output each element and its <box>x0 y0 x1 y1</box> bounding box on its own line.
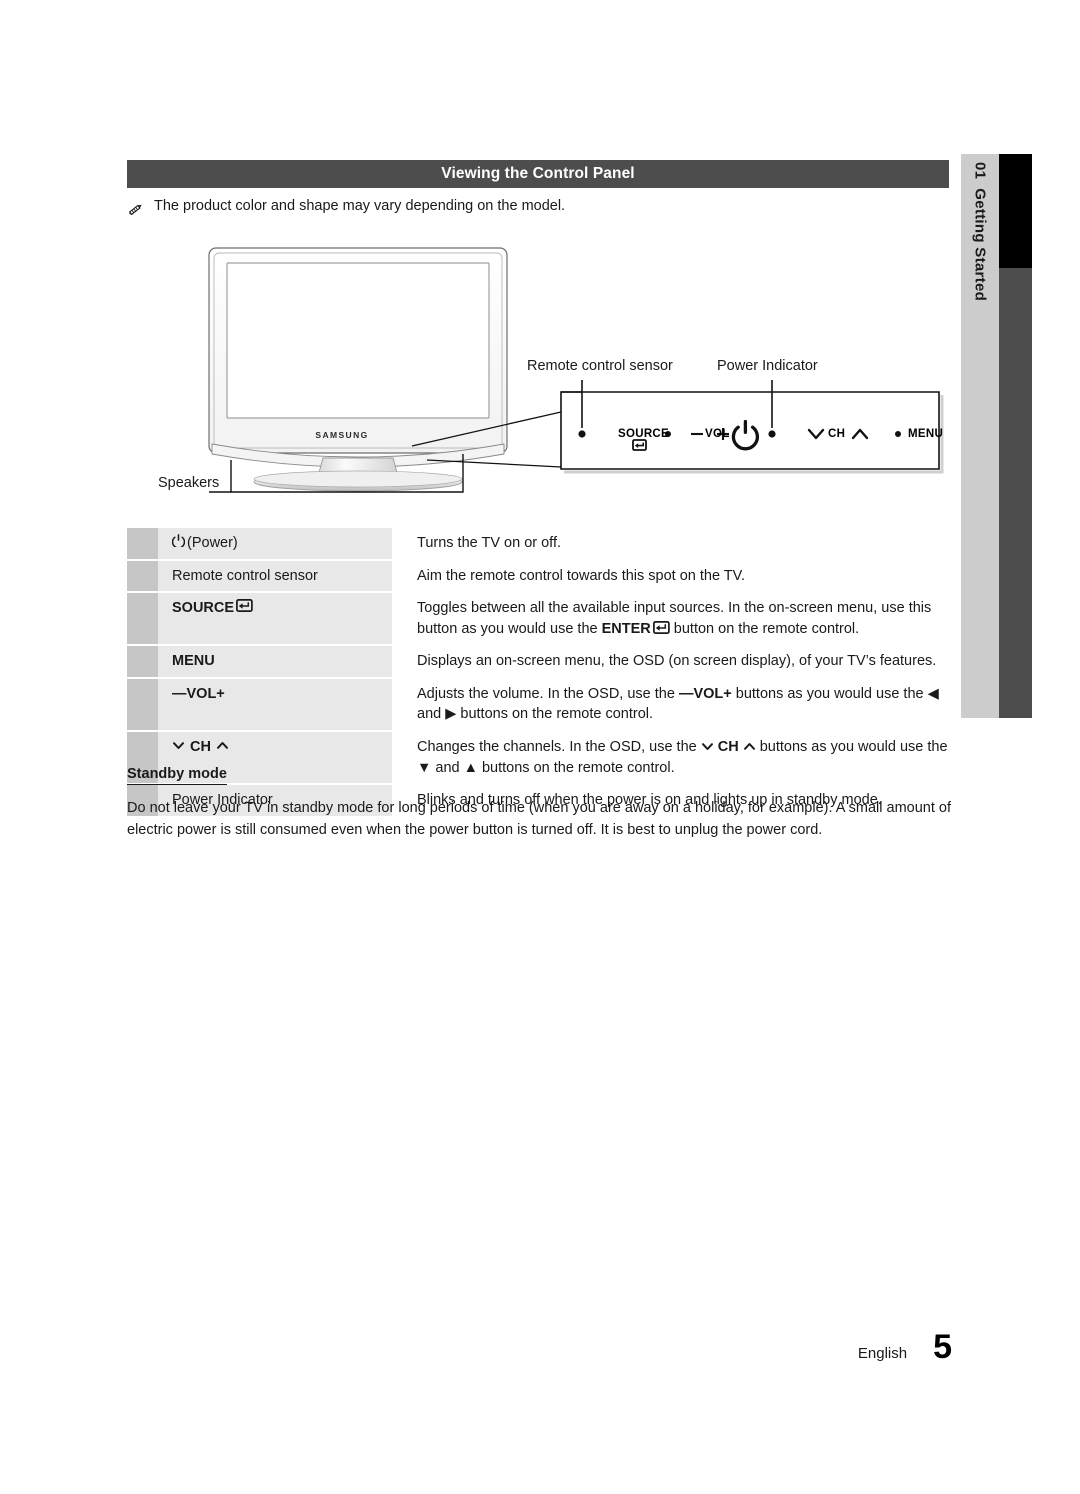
enter-inline-text: ENTER <box>601 620 651 637</box>
row-description: Toggles between all the available input … <box>392 593 949 644</box>
enter-return-icon <box>652 620 670 634</box>
control-panel-vol-label: VOL <box>705 428 730 440</box>
row-label: (Power) <box>158 528 392 559</box>
label-speakers: Speakers <box>158 475 220 491</box>
enter-inline-token: ENTER <box>602 621 670 637</box>
row-swatch <box>127 646 158 677</box>
chevron-up-icon <box>743 738 756 750</box>
row-swatch <box>127 528 158 559</box>
footer-language: English <box>857 1345 908 1362</box>
control-panel-description-table: (Power) Turns the TV on or off. Remote c… <box>127 528 949 818</box>
row-label: —VOL+ <box>158 678 392 731</box>
manual-page: Viewing the Control Panel The product co… <box>0 0 1080 1494</box>
row-description: Aim the remote control towards this spot… <box>417 567 746 584</box>
row-description: Changes the channels. In the OSD, use th… <box>392 732 949 783</box>
row-description: Displays an on-screen menu, the OSD (on … <box>417 653 937 670</box>
side-tab-number: 01 <box>971 162 989 180</box>
power-indicator-dot <box>768 430 776 438</box>
vol-inline-token: —VOL+ <box>678 685 732 702</box>
enter-return-icon <box>236 598 253 613</box>
row-description-pre: Changes the channels. In the OSD, use th… <box>417 739 701 756</box>
row-swatch <box>127 560 158 592</box>
control-panel-ch-label: CH <box>828 428 846 440</box>
control-panel-source-label: SOURCE <box>618 428 670 440</box>
row-label-text: (Power) <box>187 535 238 551</box>
table-row: MENU Displays an on-screen menu, the OSD… <box>127 646 949 677</box>
chevron-up-icon <box>216 737 229 749</box>
table-row: —VOL+ Adjusts the volume. In the OSD, us… <box>127 678 949 731</box>
pencil-icon <box>127 200 145 218</box>
table-row: CH Changes the channels. In the OSD, use… <box>127 732 949 784</box>
product-illustration: SAMSUNG SOURCE VOL CH MENU Remote contro… <box>127 232 957 512</box>
row-description: Turns the TV on or off. <box>417 535 562 551</box>
power-icon <box>171 533 186 549</box>
row-description-post: button on the remote control. <box>669 620 860 637</box>
menu-indicator-dot <box>895 431 901 437</box>
row-label: MENU <box>158 646 392 677</box>
row-label-text: CH <box>190 739 211 756</box>
row-label: Remote control sensor <box>158 560 392 592</box>
table-row: SOURCE Toggles between all the available… <box>127 593 949 645</box>
row-label-text: Remote control sensor <box>172 567 318 584</box>
chevron-down-icon <box>701 738 714 751</box>
label-remote-control-sensor: Remote control sensor <box>527 358 673 374</box>
note-text: The product color and shape may vary dep… <box>154 198 566 214</box>
row-swatch <box>127 678 158 731</box>
standby-mode-heading: Standby mode <box>127 766 227 785</box>
footer-page-number: 5 <box>933 1328 952 1366</box>
ch-inline-text: CH <box>717 739 739 756</box>
page-footer: English 5 <box>0 1330 952 1364</box>
note-row: The product color and shape may vary dep… <box>127 198 957 218</box>
side-tab-title: Getting Started <box>971 188 989 302</box>
row-label-text: —VOL+ <box>172 685 225 702</box>
standby-mode-body: Do not leave your TV in standby mode for… <box>127 800 951 838</box>
chevron-down-icon <box>172 737 185 750</box>
tv-brand-logo: SAMSUNG <box>315 430 368 440</box>
section-header-bar: Viewing the Control Panel <box>127 160 949 188</box>
row-label: SOURCE <box>158 593 392 645</box>
table-row: (Power) Turns the TV on or off. <box>127 528 949 559</box>
row-swatch <box>127 593 158 645</box>
row-description-pre: Adjusts the volume. In the OSD, use the <box>417 685 679 702</box>
row-label-text: MENU <box>172 653 215 670</box>
side-tab-light: 01 Getting Started <box>961 154 999 718</box>
side-tab-dark-current <box>999 154 1032 268</box>
control-panel-menu-label: MENU <box>908 428 944 440</box>
side-tab-text: 01 Getting Started <box>972 162 989 301</box>
remote-sensor-dot <box>578 430 586 438</box>
row-description: Adjusts the volume. In the OSD, use the … <box>392 679 949 730</box>
ch-inline-token: CH <box>701 739 756 755</box>
row-label-text: SOURCE <box>172 600 235 617</box>
page-title: Viewing the Control Panel <box>441 165 635 182</box>
label-power-indicator: Power Indicator <box>717 358 818 374</box>
table-row: Remote control sensor Aim the remote con… <box>127 560 949 592</box>
